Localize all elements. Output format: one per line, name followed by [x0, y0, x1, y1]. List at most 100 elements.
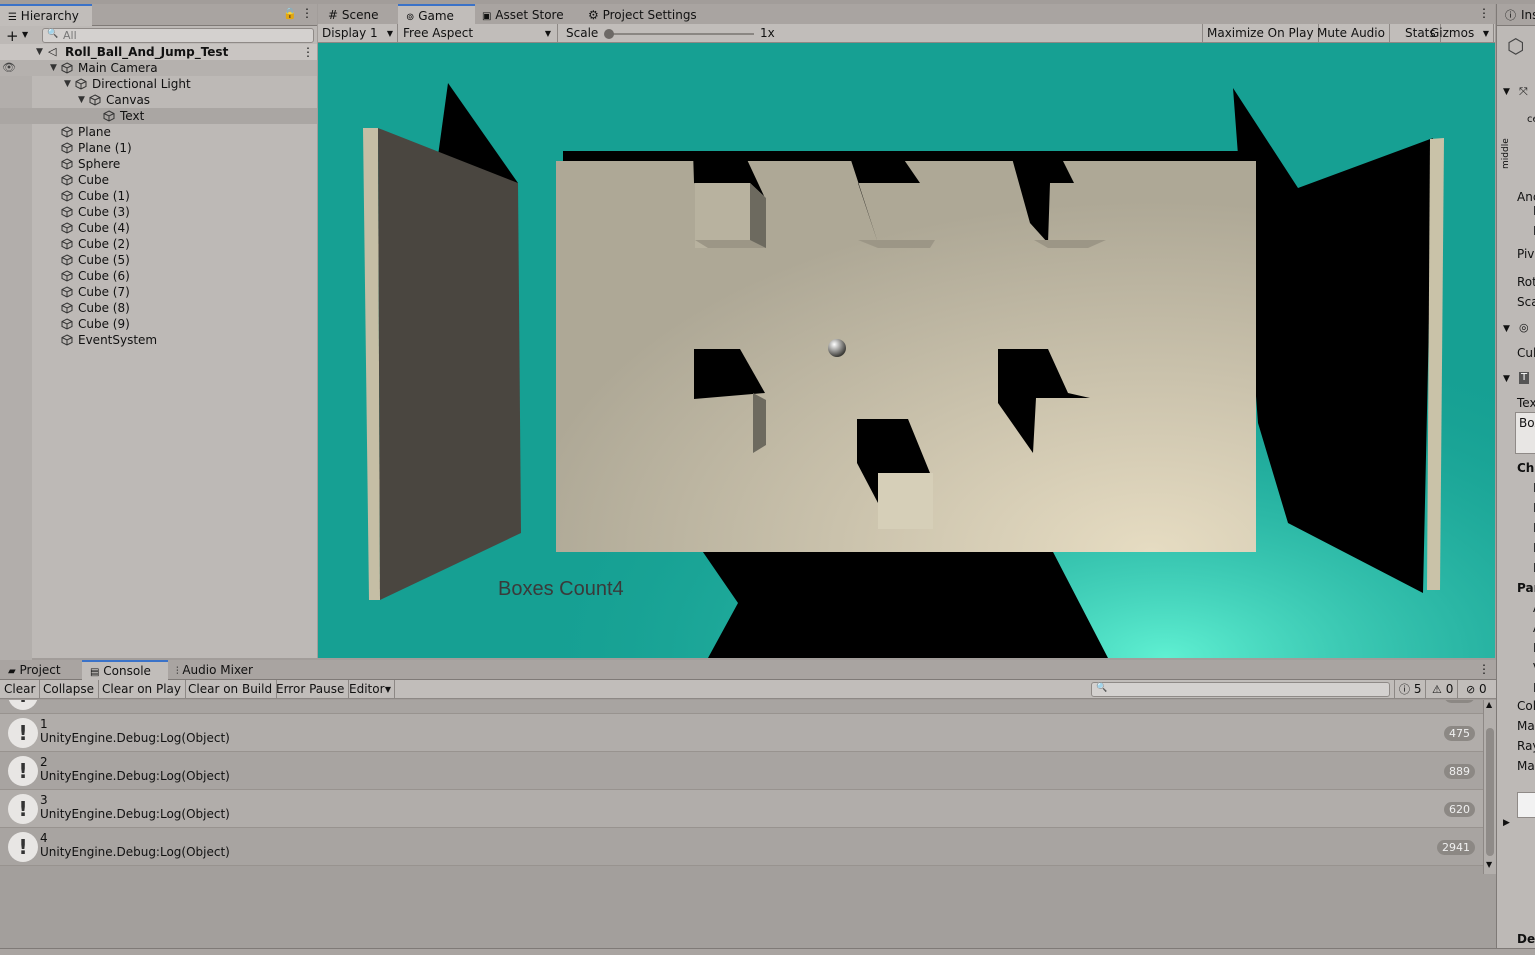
hierarchy-item[interactable]: ▼ Canvas	[0, 92, 317, 108]
hierarchy-item[interactable]: Sphere	[0, 156, 317, 172]
scale-slider-handle[interactable]	[604, 29, 614, 39]
tab-scene[interactable]: # Scene	[320, 4, 386, 26]
more-menu-icon[interactable]: ⋮	[1478, 6, 1490, 20]
inspector-tabbar: ⓘ Ins	[1497, 4, 1535, 26]
log-message: 2 UnityEngine.Debug:Log(Object)	[40, 755, 230, 783]
game-view[interactable]: Boxes Count4	[318, 43, 1495, 658]
color-swatch[interactable]	[1517, 792, 1535, 818]
expand-arrow-icon[interactable]: ▼	[78, 92, 85, 108]
scroll-up-icon[interactable]: ▲	[1486, 700, 1492, 709]
expand-arrow-icon[interactable]: ▼	[36, 44, 43, 60]
inspector-field-label: ce	[1527, 114, 1535, 125]
error-icon: ⊘	[1466, 683, 1476, 696]
visibility-eye-icon[interactable]: 👁	[2, 60, 16, 76]
hierarchy-item-label: Text	[120, 109, 145, 123]
lock-icon[interactable]: 🔒	[283, 7, 297, 20]
gameobject-cube-icon	[61, 318, 73, 330]
hierarchy-item[interactable]: Cube (4)	[0, 220, 317, 236]
console-log-entry[interactable]: ! 1 UnityEngine.Debug:Log(Object) 475	[0, 714, 1483, 752]
text-component-icon: T	[1519, 372, 1530, 384]
editor-dropdown[interactable]: Editor ▼	[345, 680, 395, 699]
hierarchy-item[interactable]: Cube	[0, 172, 317, 188]
tab-hierarchy[interactable]: ☰ Hierarchy	[0, 4, 92, 26]
mute-audio-toggle[interactable]: Mute Audio	[1313, 24, 1390, 43]
hierarchy-search-input[interactable]: 🔍 All	[42, 28, 314, 43]
gameobject-cube-icon	[61, 286, 73, 298]
hierarchy-item-label: Main Camera	[78, 61, 158, 75]
console-log-entry[interactable]: ! 2 UnityEngine.Debug:Log(Object) 889	[0, 752, 1483, 790]
hierarchy-item[interactable]: Cube (6)	[0, 268, 317, 284]
more-menu-icon[interactable]: ⋮	[301, 6, 313, 20]
hierarchy-item[interactable]: 👁 ▼ Main Camera	[0, 60, 317, 76]
console-log-entry[interactable]: ! 3 UnityEngine.Debug:Log(Object) 620	[0, 790, 1483, 828]
hierarchy-item[interactable]: Cube (2)	[0, 236, 317, 252]
shopping-bag-icon: ▣	[482, 11, 492, 22]
warning-filter-toggle[interactable]: ⚠ 0	[1428, 680, 1459, 699]
expand-arrow-icon[interactable]: ▶	[1503, 818, 1510, 828]
console-scrollbar[interactable]: ▲ ▼	[1483, 700, 1496, 874]
dropdown-arrow-icon: ▼	[544, 29, 551, 38]
tab-project[interactable]: ▰ Project	[0, 660, 69, 680]
hierarchy-item[interactable]: Plane	[0, 124, 317, 140]
hierarchy-panel: ☰ Hierarchy 🔒 ⋮ + ▼ 🔍 All ▼ ◁ Roll_Ball_…	[0, 4, 317, 662]
maximize-on-play-toggle[interactable]: Maximize On Play	[1202, 24, 1319, 43]
hierarchy-item[interactable]: Cube (1)	[0, 188, 317, 204]
clear-on-build-toggle[interactable]: Clear on Build	[184, 680, 278, 699]
log-message: 4 UnityEngine.Debug:Log(Object)	[40, 831, 230, 859]
clear-on-play-toggle[interactable]: Clear on Play	[98, 680, 186, 699]
error-filter-toggle[interactable]: ⊘ 0	[1462, 680, 1491, 699]
aspect-dropdown[interactable]: Free Aspect ▼	[399, 24, 558, 43]
console-log-list[interactable]: !UnityEngine.Debug:Log(Object)644!1Unity…	[0, 700, 1496, 948]
more-menu-icon[interactable]: ⋮	[1478, 662, 1490, 676]
hierarchy-item-label: Canvas	[106, 93, 151, 107]
scrollbar-thumb[interactable]	[1486, 728, 1494, 856]
chevron-down-icon[interactable]: ▼	[22, 30, 28, 39]
tab-console[interactable]: ▤ Console	[82, 660, 168, 680]
console-icon: ▤	[90, 667, 100, 678]
gameobject-cube-icon	[61, 254, 73, 266]
hierarchy-item[interactable]: Cube (9)	[0, 316, 317, 332]
scale-slider-track[interactable]	[608, 33, 754, 35]
dropdown-arrow-icon: ▼	[1482, 29, 1489, 38]
expand-arrow-icon[interactable]: ▼	[64, 76, 71, 92]
collapse-arrow-icon[interactable]: ▼	[1503, 87, 1510, 97]
hierarchy-item[interactable]: Plane (1)	[0, 140, 317, 156]
tab-inspector[interactable]: Ins	[1521, 8, 1535, 22]
status-bar	[0, 948, 1535, 955]
collapse-arrow-icon[interactable]: ▼	[1503, 374, 1510, 384]
collapse-arrow-icon[interactable]: ▼	[1503, 324, 1510, 334]
hierarchy-item[interactable]: Cube (8)	[0, 300, 317, 316]
collapse-toggle[interactable]: Collapse	[39, 680, 99, 699]
error-pause-toggle[interactable]: Error Pause	[272, 680, 350, 699]
expand-arrow-icon[interactable]: ▼	[50, 60, 57, 76]
log-count-badge: 620	[1444, 802, 1475, 817]
scene-row[interactable]: ▼ ◁ Roll_Ball_And_Jump_Test ⋮	[0, 44, 317, 60]
hierarchy-item[interactable]: Cube (7)	[0, 284, 317, 300]
hierarchy-item[interactable]: Cube (5)	[0, 252, 317, 268]
hierarchy-item[interactable]: ▼ Directional Light	[0, 76, 317, 92]
hierarchy-item[interactable]: Text	[0, 108, 317, 124]
console-search-input[interactable]: 🔍	[1091, 682, 1390, 697]
console-log-entry[interactable]: ! 4 UnityEngine.Debug:Log(Object) 2941	[0, 828, 1483, 866]
scale-label: Scale	[566, 26, 599, 40]
gameobject-cube-icon	[61, 142, 73, 154]
add-icon[interactable]: +	[6, 27, 19, 45]
gameobject-cube-icon	[103, 110, 115, 122]
scroll-down-icon[interactable]: ▼	[1486, 860, 1492, 869]
display-dropdown[interactable]: Display 1 ▼	[318, 24, 398, 43]
hierarchy-item[interactable]: EventSystem	[0, 332, 317, 348]
gizmos-dropdown[interactable]: Gizmos ▼	[1426, 24, 1494, 43]
left-wall-face	[378, 128, 521, 600]
tab-audio-mixer[interactable]: ⫶ Audio Mixer	[168, 660, 261, 680]
console-log-entry[interactable]: !UnityEngine.Debug:Log(Object)644	[0, 700, 1483, 714]
tab-project-settings[interactable]: ⚙ Project Settings	[580, 4, 705, 26]
hierarchy-item-label: Cube (2)	[78, 237, 130, 251]
log-count-badge: 644	[1444, 700, 1475, 703]
tab-asset-store[interactable]: ▣ Asset Store	[474, 4, 572, 26]
clear-button[interactable]: Clear	[0, 680, 41, 699]
scene-menu-icon[interactable]: ⋮	[302, 44, 314, 60]
log-line-2: UnityEngine.Debug:Log(Object)	[40, 731, 230, 745]
tab-game[interactable]: ⊚ Game	[398, 4, 475, 26]
hierarchy-item[interactable]: Cube (3)	[0, 204, 317, 220]
log-filter-toggle[interactable]: ⓘ 5	[1394, 680, 1427, 699]
